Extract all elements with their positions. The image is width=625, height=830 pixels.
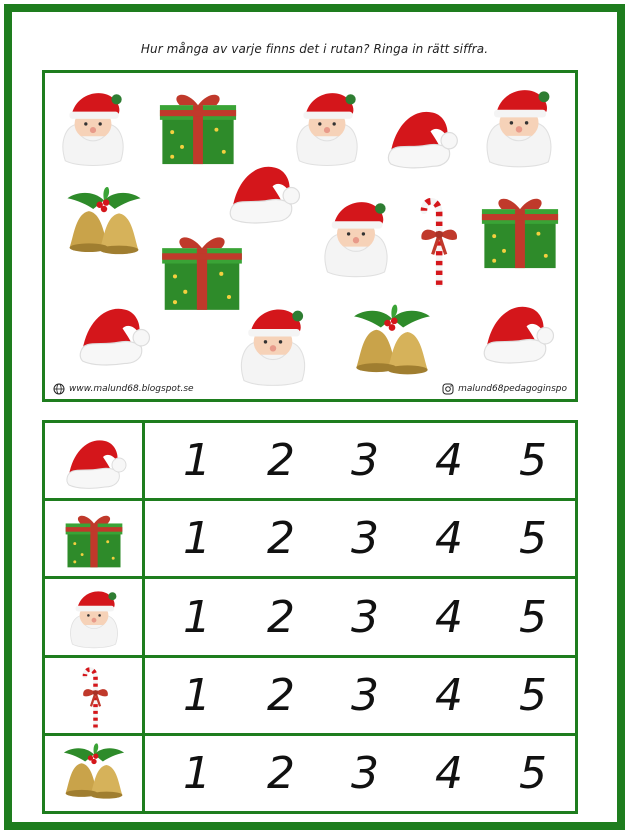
number-choice[interactable]: 2 bbox=[239, 670, 323, 721]
santa-face-icon bbox=[319, 193, 393, 279]
number-choice[interactable]: 5 bbox=[491, 592, 575, 643]
number-choice[interactable]: 1 bbox=[155, 513, 239, 564]
number-choice[interactable]: 3 bbox=[323, 670, 407, 721]
santa-hat-icon bbox=[475, 295, 557, 367]
number-choice[interactable]: 2 bbox=[239, 435, 323, 486]
number-choice[interactable]: 5 bbox=[491, 748, 575, 799]
number-choice[interactable]: 4 bbox=[407, 592, 491, 643]
santa-hat-icon bbox=[71, 297, 153, 369]
santa-hat-icon bbox=[379, 101, 461, 171]
number-choice[interactable]: 3 bbox=[323, 592, 407, 643]
number-choice[interactable]: 4 bbox=[407, 748, 491, 799]
instagram-text: malund68pedagoginspo bbox=[458, 384, 567, 394]
santa-face-icon bbox=[57, 85, 129, 167]
number-choices: 1 2 3 4 5 bbox=[145, 579, 575, 654]
santa-face-icon bbox=[235, 301, 311, 387]
number-choices: 1 2 3 4 5 bbox=[145, 658, 575, 733]
number-choice[interactable]: 2 bbox=[239, 592, 323, 643]
row-icon-cell bbox=[45, 501, 145, 577]
number-choice[interactable]: 4 bbox=[407, 670, 491, 721]
answer-table: 1 2 3 4 5 1 2 3 4 5 1 2 3 4 5 1 2 3 4 5 … bbox=[42, 420, 578, 814]
instagram-icon bbox=[442, 383, 454, 395]
gift-icon bbox=[157, 225, 247, 315]
number-choice[interactable]: 2 bbox=[239, 513, 323, 564]
candy-cane-icon bbox=[78, 661, 110, 729]
number-choice[interactable]: 2 bbox=[239, 748, 323, 799]
number-choice[interactable]: 1 bbox=[155, 670, 239, 721]
bells-icon bbox=[58, 742, 130, 804]
answer-row-candycane: 1 2 3 4 5 bbox=[45, 657, 575, 736]
instagram-credit: malund68pedagoginspo bbox=[442, 383, 567, 395]
number-choice[interactable]: 3 bbox=[323, 748, 407, 799]
row-icon-cell bbox=[45, 735, 145, 812]
number-choice[interactable]: 3 bbox=[323, 435, 407, 486]
number-choice[interactable]: 1 bbox=[155, 435, 239, 486]
answer-row-gift: 1 2 3 4 5 bbox=[45, 501, 575, 580]
row-icon-cell bbox=[45, 423, 145, 499]
number-choice[interactable]: 4 bbox=[407, 435, 491, 486]
counting-scene: www.malund68.blogspot.se malund68pedagog… bbox=[42, 70, 578, 402]
answer-row-hat: 1 2 3 4 5 bbox=[45, 423, 575, 502]
website-text: www.malund68.blogspot.se bbox=[69, 384, 194, 394]
answer-row-santa: 1 2 3 4 5 bbox=[45, 579, 575, 658]
bells-icon bbox=[61, 185, 147, 261]
number-choice[interactable]: 5 bbox=[491, 513, 575, 564]
answer-row-bells: 1 2 3 4 5 bbox=[45, 735, 575, 812]
number-choice[interactable]: 1 bbox=[155, 748, 239, 799]
santa-face-icon bbox=[481, 81, 557, 169]
worksheet-page: Hur många av varje finns det i rutan? Ri… bbox=[4, 4, 625, 830]
globe-icon bbox=[53, 383, 65, 395]
santa-hat-icon bbox=[59, 431, 129, 491]
number-choice[interactable]: 5 bbox=[491, 435, 575, 486]
number-choice[interactable]: 3 bbox=[323, 513, 407, 564]
gift-icon bbox=[62, 507, 126, 571]
bells-icon bbox=[347, 303, 437, 381]
gift-icon bbox=[477, 187, 563, 273]
number-choices: 1 2 3 4 5 bbox=[145, 501, 575, 576]
row-icon-cell bbox=[45, 657, 145, 733]
number-choice[interactable]: 1 bbox=[155, 592, 239, 643]
number-choices: 1 2 3 4 5 bbox=[145, 736, 575, 811]
candy-cane-icon bbox=[415, 189, 459, 287]
santa-face-icon bbox=[66, 584, 122, 650]
number-choice[interactable]: 5 bbox=[491, 670, 575, 721]
instruction-text: Hur många av varje finns det i rutan? Ri… bbox=[140, 42, 489, 56]
number-choices: 1 2 3 4 5 bbox=[145, 423, 575, 498]
santa-hat-icon bbox=[221, 155, 303, 227]
number-choice[interactable]: 4 bbox=[407, 513, 491, 564]
website-credit: www.malund68.blogspot.se bbox=[53, 383, 194, 395]
row-icon-cell bbox=[45, 579, 145, 655]
